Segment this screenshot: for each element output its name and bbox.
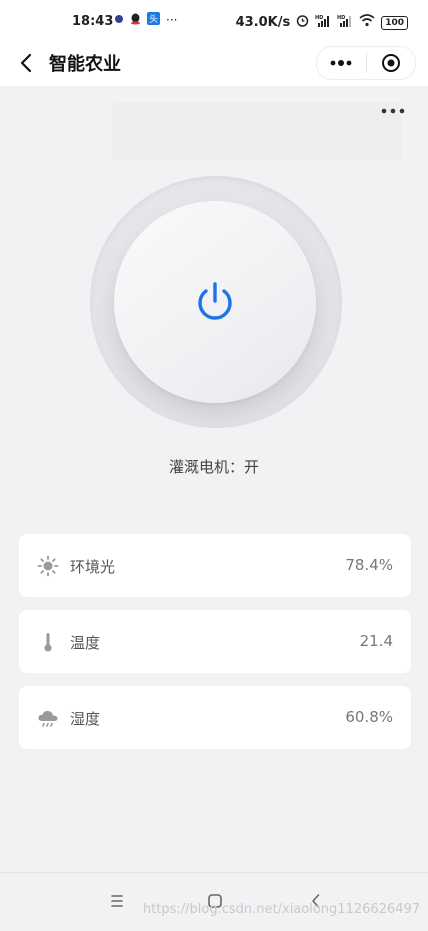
- svg-text:HD: HD: [337, 15, 345, 21]
- more-notifications-icon: ···: [166, 13, 178, 27]
- sensor-value: 21.4: [359, 632, 393, 650]
- capsule-close-button[interactable]: [367, 47, 416, 79]
- sensor-label: 湿度: [70, 710, 101, 728]
- motor-label: 灌溉电机：: [168, 458, 244, 476]
- capsule-menu-button[interactable]: [317, 47, 366, 79]
- nav-bar: 智能农业: [0, 44, 428, 86]
- notification-icons: 头 ···: [114, 12, 177, 28]
- motor-state: 开: [244, 458, 260, 476]
- qq-icon: [130, 13, 141, 28]
- network-speed: 43.0K/s: [235, 15, 291, 30]
- alarm-icon: [296, 14, 309, 31]
- signal-icon-1: HD: [315, 14, 331, 31]
- more-options-icon[interactable]: [380, 103, 406, 117]
- status-bar: 18:43 头 ··· 43.0K/s HD HD 100: [0, 0, 428, 44]
- menu-icon[interactable]: [107, 891, 127, 911]
- page-title: 智能农业: [49, 54, 121, 75]
- app-badge-icon: 头: [147, 12, 160, 28]
- sun-icon: [37, 555, 59, 577]
- motor-status: 灌溉电机：开: [0, 456, 428, 477]
- power-icon: [198, 282, 232, 320]
- sensor-label: 环境光: [70, 558, 116, 576]
- header-placeholder: [112, 102, 402, 160]
- sensor-card-humidity[interactable]: 湿度 60.8%: [19, 686, 411, 749]
- sensor-value: 78.4%: [345, 556, 393, 574]
- more-dots-icon: [330, 60, 352, 66]
- status-time: 18:43: [72, 14, 114, 29]
- sensor-card-temperature[interactable]: 温度 21.4: [19, 610, 411, 673]
- target-close-icon: [381, 54, 400, 72]
- watermark: https://blog.csdn.net/xiaolong1126626497: [142, 902, 420, 917]
- miniprogram-capsule: [316, 46, 416, 80]
- wifi-icon: [359, 14, 375, 31]
- svg-text:HD: HD: [315, 15, 323, 21]
- thermometer-icon: [37, 631, 59, 653]
- svg-text:头: 头: [149, 14, 158, 25]
- power-button[interactable]: [114, 201, 316, 403]
- sensor-label: 温度: [70, 634, 101, 652]
- rain-cloud-icon: [37, 707, 59, 729]
- system-status: 43.0K/s HD HD 100: [236, 14, 408, 31]
- back-arrow-icon[interactable]: [16, 52, 38, 74]
- sensor-value: 60.8%: [345, 708, 393, 726]
- signal-icon-2: HD: [337, 14, 353, 31]
- sensor-card-light[interactable]: 环境光 78.4%: [19, 534, 411, 597]
- battery-indicator: 100: [381, 15, 408, 30]
- app-notification-icon: [114, 13, 124, 27]
